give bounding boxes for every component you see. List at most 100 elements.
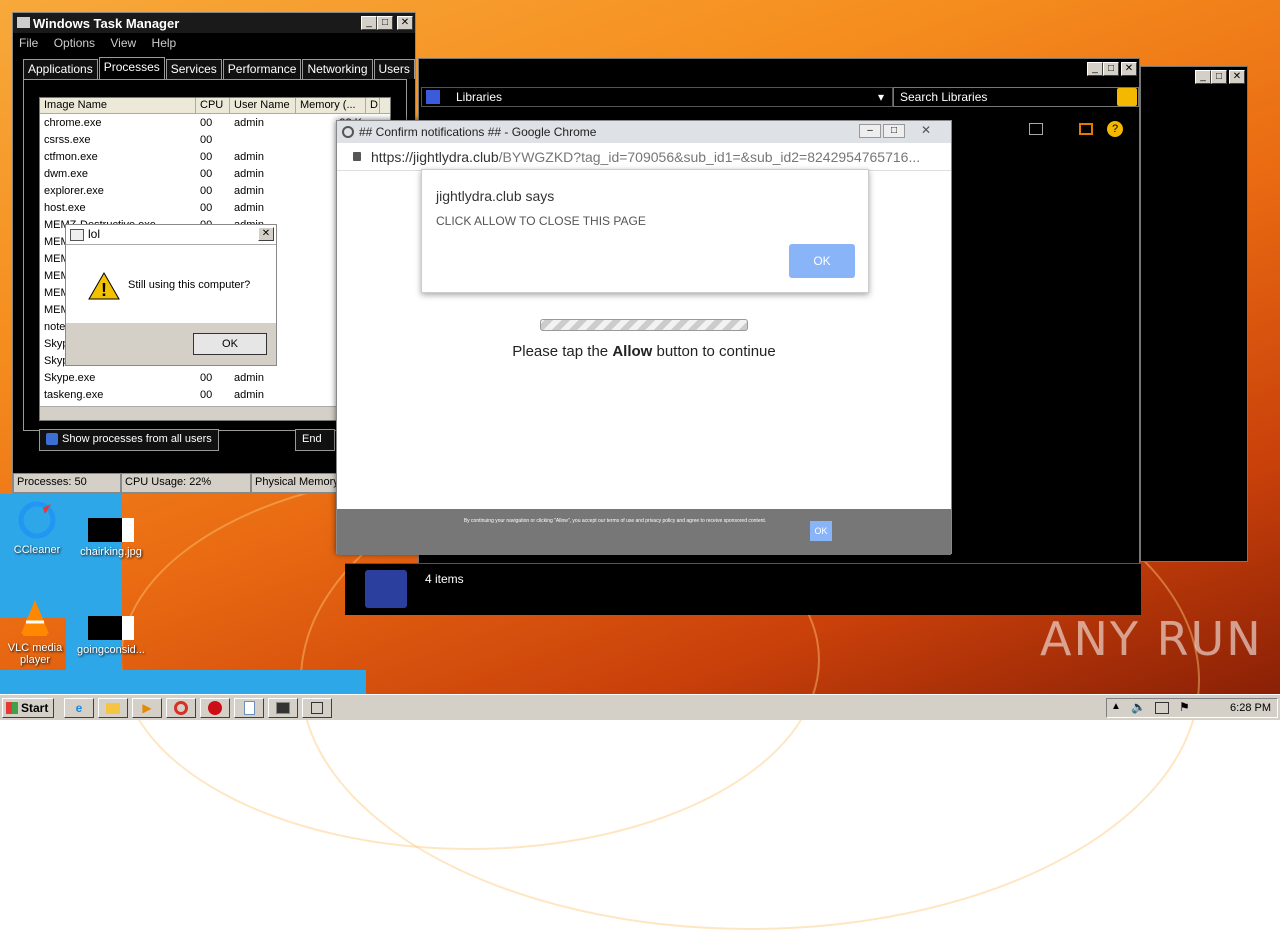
minimize-button[interactable]: _ xyxy=(1087,62,1103,76)
search-input[interactable]: Search Libraries xyxy=(893,87,1139,107)
start-button[interactable]: Start xyxy=(2,698,54,718)
dialog-icon xyxy=(70,229,84,241)
process-name: ctfmon.exe xyxy=(44,150,98,163)
url-path: /BYWGZKD?tag_id=709056&sub_id1=&sub_id2=… xyxy=(498,149,921,165)
show-all-processes-button[interactable]: Show processes from all users xyxy=(39,429,219,451)
column-memory[interactable]: Memory (... xyxy=(296,98,366,113)
instruction-prefix: Please tap the xyxy=(512,343,609,360)
tab-processes[interactable]: Processes xyxy=(98,57,165,79)
clock[interactable]: 6:28 PM xyxy=(1230,702,1271,714)
process-cpu: 00 xyxy=(200,133,213,146)
url-host: https://jightlydra.club xyxy=(371,149,499,165)
help-icon[interactable]: ? xyxy=(1107,121,1123,137)
warning-icon: ! xyxy=(88,271,120,300)
taskbar-media-player-icon[interactable]: ▶ xyxy=(132,698,162,718)
process-user: admin xyxy=(234,371,264,384)
chevron-down-icon[interactable]: ▾ xyxy=(878,90,884,104)
menu-file[interactable]: File xyxy=(19,36,38,50)
alert-ok-button[interactable]: OK xyxy=(789,244,855,278)
menu-view[interactable]: View xyxy=(110,36,136,50)
maximize-button[interactable]: □ xyxy=(1211,70,1227,84)
minimize-button[interactable]: – xyxy=(859,124,881,138)
system-tray: ▲ 🔈 ⚑ 6:28 PM xyxy=(1106,698,1278,718)
dialog-title: lol xyxy=(66,225,276,245)
tab-strip: Applications Processes Services Performa… xyxy=(23,57,416,79)
table-header: Image Name CPU User Name Memory (... D xyxy=(40,98,390,114)
taskbar-task-manager-icon[interactable] xyxy=(268,698,298,718)
lock-icon xyxy=(353,152,361,161)
taskbar-opera-icon[interactable] xyxy=(200,698,230,718)
flag-icon[interactable]: ⚑ xyxy=(1179,700,1190,714)
taskbar-chrome-icon[interactable] xyxy=(166,698,196,718)
address-bar[interactable]: Libraries ▾ xyxy=(421,87,893,107)
taskbar-explorer-icon[interactable] xyxy=(98,698,128,718)
close-button[interactable]: ✕ xyxy=(915,124,937,138)
desktop-icon-chairking[interactable]: chairking.jpg xyxy=(76,518,146,558)
close-button[interactable]: ✕ xyxy=(397,16,413,30)
desktop-icon-ccleaner[interactable]: CCleaner xyxy=(2,500,72,556)
desktop-icon-label: VLC media player xyxy=(7,642,63,666)
ok-button[interactable]: OK xyxy=(193,333,267,355)
file-icon xyxy=(88,616,134,640)
chrome-popup-window[interactable]: ## Confirm notifications ## - Google Chr… xyxy=(336,120,952,555)
consent-text: By continuing your navigation or clickin… xyxy=(463,518,767,524)
minimize-button[interactable]: _ xyxy=(361,16,377,30)
window-title: Windows Task Manager xyxy=(13,13,415,33)
svg-text:!: ! xyxy=(101,280,107,300)
end-process-button[interactable]: End xyxy=(295,429,335,451)
process-user: admin xyxy=(234,388,264,401)
tab-networking[interactable]: Networking xyxy=(302,59,373,79)
button-label: Show processes from all users xyxy=(62,433,212,445)
process-user: admin xyxy=(234,184,264,197)
url-bar[interactable]: https://jightlydra.club/BYWGZKD?tag_id=7… xyxy=(337,143,951,171)
folder-icon xyxy=(365,570,407,608)
close-button[interactable]: ✕ xyxy=(1121,62,1137,76)
tab-applications[interactable]: Applications xyxy=(23,59,98,79)
show-hidden-icons[interactable]: ▲ xyxy=(1111,701,1121,712)
vlc-icon xyxy=(15,598,55,638)
desktop-icon-goingconsid[interactable]: goingconsid... xyxy=(76,616,146,656)
maximize-button[interactable]: □ xyxy=(377,16,393,30)
taskbar: Start e ▶ ▲ 🔈 ⚑ 6:28 PM xyxy=(0,694,1280,720)
process-name: Skype.exe xyxy=(44,371,96,384)
process-user: admin xyxy=(234,150,264,163)
tab-users[interactable]: Users xyxy=(373,59,415,79)
js-alert-dialog[interactable]: jightlydra.club says CLICK ALLOW TO CLOS… xyxy=(421,169,869,293)
search-icon[interactable] xyxy=(1117,88,1137,106)
lol-dialog[interactable]: lol ✕ ! Still using this computer? OK xyxy=(65,224,277,366)
menu-bar: File Options View Help xyxy=(13,33,415,53)
minimize-button[interactable]: _ xyxy=(1195,70,1211,84)
instruction-text: Please tap the Allow button to continue xyxy=(337,343,951,360)
close-button[interactable]: ✕ xyxy=(1229,70,1245,84)
network-icon[interactable] xyxy=(1155,702,1169,714)
maximize-button[interactable]: □ xyxy=(1103,62,1119,76)
menu-help[interactable]: Help xyxy=(152,36,177,50)
menu-options[interactable]: Options xyxy=(54,36,95,50)
background-window[interactable]: _ □ ✕ xyxy=(1140,66,1248,562)
desktop-icon-vlc[interactable]: VLC media player xyxy=(0,598,70,666)
alert-message: CLICK ALLOW TO CLOSE THIS PAGE xyxy=(436,214,646,228)
consent-ok-button[interactable]: OK xyxy=(810,521,832,541)
column-image-name[interactable]: Image Name xyxy=(40,98,196,113)
tab-services[interactable]: Services xyxy=(165,59,222,79)
tab-performance[interactable]: Performance xyxy=(222,59,302,79)
close-button[interactable]: ✕ xyxy=(258,227,274,241)
instruction-suffix: button to continue xyxy=(656,343,776,360)
view-options-icon[interactable] xyxy=(1029,123,1043,135)
taskbar-window-icon[interactable] xyxy=(302,698,332,718)
process-cpu: 00 xyxy=(200,150,213,163)
dialog-message: Still using this computer? xyxy=(128,279,251,291)
taskbar-notepad-icon[interactable] xyxy=(234,698,264,718)
process-user: admin xyxy=(234,167,264,180)
column-cpu[interactable]: CPU xyxy=(196,98,230,113)
taskbar-ie-icon[interactable]: e xyxy=(64,698,94,718)
process-user: admin xyxy=(234,201,264,214)
column-user-name[interactable]: User Name xyxy=(230,98,296,113)
image-file-icon xyxy=(88,518,134,542)
column-description[interactable]: D xyxy=(366,98,380,113)
desktop-icon-label: chairking.jpg xyxy=(80,546,142,558)
maximize-button[interactable]: □ xyxy=(883,124,905,138)
preview-pane-icon[interactable] xyxy=(1079,123,1093,135)
item-count: 4 items xyxy=(425,572,464,586)
volume-icon[interactable]: 🔈 xyxy=(1131,700,1146,714)
